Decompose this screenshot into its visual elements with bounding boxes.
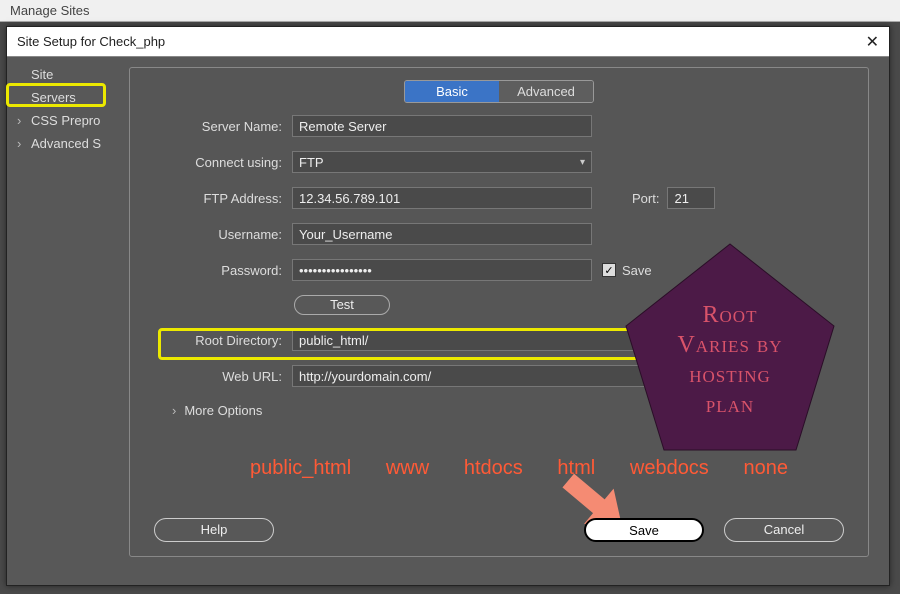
chevron-down-icon: ▾ [580, 157, 585, 168]
pentagon-callout-annotation: Root Varies by hosting plan [620, 240, 840, 454]
ftp-address-label: FTP Address: [154, 191, 282, 206]
dialog-button-row: Help Save Cancel [154, 518, 844, 542]
close-icon[interactable]: ✕ [866, 32, 879, 52]
help-button[interactable]: Help [154, 518, 274, 542]
test-button[interactable]: Test [294, 295, 390, 315]
username-label: Username: [154, 227, 282, 242]
username-input[interactable] [292, 223, 592, 245]
example-item: public_html [250, 457, 351, 480]
web-url-label: Web URL: [154, 369, 282, 384]
nav-item-servers[interactable]: Servers [7, 86, 109, 109]
root-examples-annotation: public_html www htdocs html webdocs none [250, 457, 788, 480]
save-button[interactable]: Save [584, 518, 704, 542]
example-item: webdocs [630, 457, 709, 480]
port-input[interactable] [667, 187, 715, 209]
manage-sites-title: Manage Sites [0, 0, 900, 22]
pentagon-text: Root Varies by hosting plan [620, 300, 840, 420]
connect-using-value: FTP [299, 155, 324, 170]
example-item: none [743, 457, 788, 480]
connect-using-label: Connect using: [154, 155, 282, 170]
password-label: Password: [154, 263, 282, 278]
nav-item-css-preprocessors[interactable]: CSS Prepro [7, 109, 109, 132]
server-name-label: Server Name: [154, 119, 282, 134]
dialog-title: Site Setup for Check_php [17, 34, 165, 49]
nav-item-site[interactable]: Site [7, 63, 109, 86]
dialog-titlebar: Site Setup for Check_php ✕ [7, 27, 889, 57]
tab-basic[interactable]: Basic [405, 81, 499, 102]
example-item: htdocs [464, 457, 523, 480]
cancel-button[interactable]: Cancel [724, 518, 844, 542]
root-directory-label: Root Directory: [154, 333, 282, 348]
root-directory-input[interactable] [292, 329, 672, 351]
save-password-checkbox[interactable]: ✓ [602, 263, 616, 277]
web-url-input[interactable] [292, 365, 672, 387]
nav-item-advanced-settings[interactable]: Advanced S [7, 132, 109, 155]
example-item: www [386, 457, 429, 480]
server-name-input[interactable] [292, 115, 592, 137]
ftp-address-input[interactable] [292, 187, 592, 209]
basic-advanced-tabs: Basic Advanced [404, 80, 594, 103]
connect-using-select[interactable]: FTP ▾ [292, 151, 592, 173]
server-form-panel: Basic Advanced Server Name: Connect usin… [109, 57, 889, 585]
tab-advanced[interactable]: Advanced [499, 81, 593, 102]
port-label: Port: [632, 191, 659, 206]
category-nav: Site Servers CSS Prepro Advanced S [7, 57, 109, 585]
password-input[interactable] [292, 259, 592, 281]
site-setup-dialog: Site Setup for Check_php ✕ Site Servers … [6, 26, 890, 586]
